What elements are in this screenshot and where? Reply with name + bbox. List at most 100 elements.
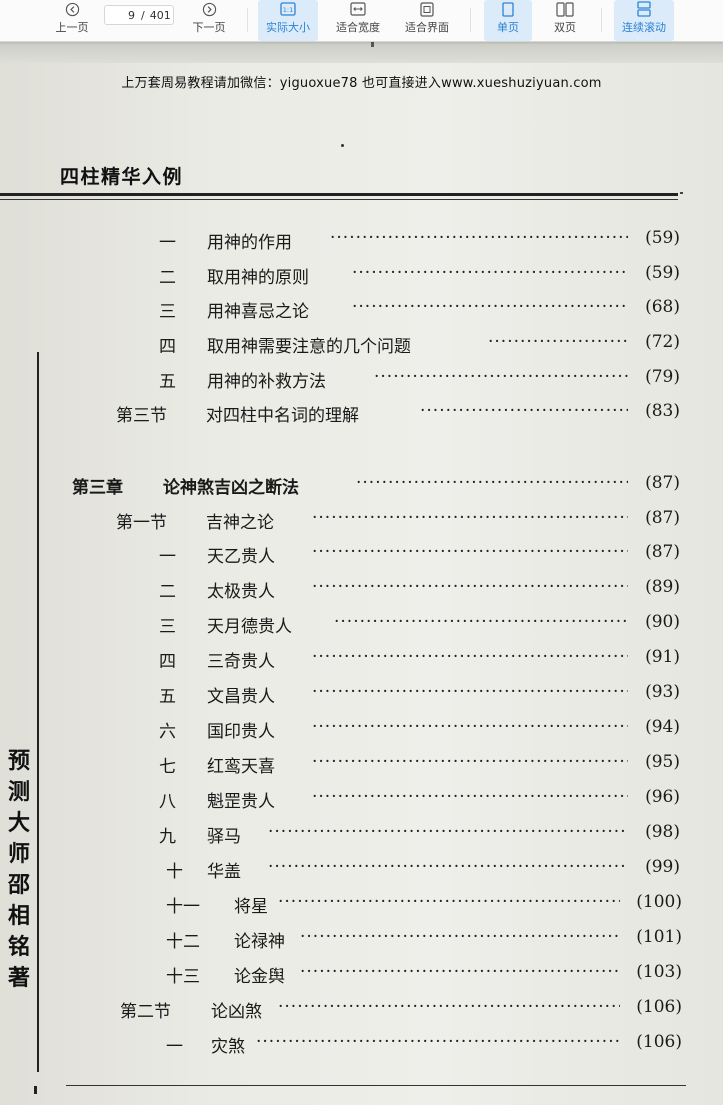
toc-page: (94) xyxy=(645,717,680,737)
toc-title: 用神的作用 xyxy=(207,233,292,253)
toc-leader xyxy=(268,822,628,842)
continuous-scroll-icon xyxy=(637,1,651,17)
toc-number: 十 xyxy=(166,862,183,882)
toc-leader xyxy=(268,857,628,877)
toc-row: 五 文昌贵人 (93) xyxy=(0,682,723,712)
toc-number: 八 xyxy=(159,792,176,812)
toc-title: 论神煞吉凶之断法 xyxy=(163,478,299,498)
toc-title: 用神的补救方法 xyxy=(207,372,326,392)
toc-title: 国印贵人 xyxy=(207,722,275,742)
toc-number: 三 xyxy=(159,302,176,322)
toc-leader xyxy=(278,892,620,912)
toc-page: (96) xyxy=(645,787,680,807)
continuous-scroll-label: 连续滚动 xyxy=(622,21,666,34)
toc-page: (79) xyxy=(645,367,680,387)
toc-leader xyxy=(312,752,628,772)
toc-title: 华盖 xyxy=(207,862,241,882)
toc-leader xyxy=(278,997,620,1017)
toc-number: 九 xyxy=(159,827,176,847)
toc-number: 十三 xyxy=(166,967,200,987)
toc-title: 魁罡贵人 xyxy=(207,792,275,812)
toc-row: 一 用神的作用 (59) xyxy=(0,228,723,258)
prev-page-button[interactable]: 上一页 xyxy=(50,0,94,41)
toc-row: 七 红鸾天喜 (95) xyxy=(0,752,723,782)
toc-number: 七 xyxy=(159,757,176,777)
toc-leader xyxy=(330,228,628,248)
toc-page: (95) xyxy=(645,752,680,772)
toc-number: 一 xyxy=(166,1037,183,1057)
prev-page-label: 上一页 xyxy=(55,21,89,34)
svg-text:1:1: 1:1 xyxy=(283,6,293,14)
toc-row: 四 取用神需要注意的几个问题 (72) xyxy=(0,332,723,362)
toc-number: 六 xyxy=(159,722,176,742)
fit-width-icon xyxy=(350,1,366,17)
page-number-input[interactable]: 9 xyxy=(105,9,135,22)
toc-row: 十一 将星 (100) xyxy=(0,892,723,922)
single-page-icon xyxy=(502,1,514,17)
fit-page-button[interactable]: 适合界面 xyxy=(398,0,456,41)
toc-row: 三 用神喜忌之论 (68) xyxy=(0,297,723,327)
fit-page-label: 适合界面 xyxy=(405,21,449,34)
toc-row: 四 三奇贵人 (91) xyxy=(0,647,723,677)
page-gap-band xyxy=(0,42,723,63)
footer-rule xyxy=(66,1085,686,1086)
toc-leader xyxy=(312,508,628,528)
toc-title: 灾煞 xyxy=(211,1037,245,1057)
toc-number: 第三节 xyxy=(116,406,167,426)
toc-leader xyxy=(300,962,620,982)
page-number-box: 9 / 401 xyxy=(104,5,174,25)
toc-page: (99) xyxy=(645,857,680,877)
toc-number: 二 xyxy=(159,268,176,288)
page-total: 401 xyxy=(149,8,171,22)
toc-leader xyxy=(352,263,628,283)
toc-number: 第三章 xyxy=(72,478,123,498)
toc-row: 六 国印贵人 (94) xyxy=(0,717,723,747)
page-separator: / xyxy=(141,8,145,22)
toc-leader xyxy=(312,717,628,737)
toc-number: 一 xyxy=(159,233,176,253)
toc-leader xyxy=(312,647,628,667)
toc-leader xyxy=(256,1032,620,1052)
toc-leader xyxy=(300,927,620,947)
toc-title: 三奇贵人 xyxy=(207,652,275,672)
toc-page: (68) xyxy=(645,297,680,317)
toc-row: 第三章 论神煞吉凶之断法 (87) xyxy=(0,473,723,503)
page-mark xyxy=(371,42,374,47)
double-page-label: 双页 xyxy=(554,21,576,34)
single-page-button[interactable]: 单页 xyxy=(484,0,532,41)
toc-page: (106) xyxy=(636,997,682,1017)
actual-size-button[interactable]: 1:1 实际大小 xyxy=(258,0,318,41)
toc-page: (59) xyxy=(645,263,680,283)
toc-row: 十二 论禄神 (101) xyxy=(0,927,723,957)
toc-leader xyxy=(374,367,628,387)
toc-row: 一 灾煞 (106) xyxy=(0,1032,723,1062)
toc-title: 驿马 xyxy=(207,827,241,847)
toc-row: 八 魁罡贵人 (96) xyxy=(0,787,723,817)
toc-number: 五 xyxy=(159,372,176,392)
toc-page: (98) xyxy=(645,822,680,842)
continuous-scroll-button[interactable]: 连续滚动 xyxy=(614,0,674,41)
toc-page: (106) xyxy=(636,1032,682,1052)
next-page-button[interactable]: 下一页 xyxy=(186,0,232,41)
fit-width-button[interactable]: 适合宽度 xyxy=(330,0,386,41)
actual-size-icon: 1:1 xyxy=(280,1,296,17)
fit-page-icon xyxy=(420,1,434,17)
toc-row: 二 太极贵人 (89) xyxy=(0,577,723,607)
toc-leader xyxy=(420,401,628,421)
toc-number: 十一 xyxy=(166,897,200,917)
toc-leader xyxy=(334,612,628,632)
fit-width-label: 适合宽度 xyxy=(336,21,380,34)
next-page-label: 下一页 xyxy=(192,21,226,34)
toc-leader xyxy=(352,297,628,317)
toc-number: 一 xyxy=(159,547,176,567)
toc-page: (100) xyxy=(636,892,682,912)
toc-title: 取用神的原则 xyxy=(207,268,309,288)
toc-leader xyxy=(488,332,628,352)
toc-page: (83) xyxy=(645,401,680,421)
toc-title: 文昌贵人 xyxy=(207,687,275,707)
toc-row: 十三 论金舆 (103) xyxy=(0,962,723,992)
toc-number: 四 xyxy=(159,652,176,672)
toc-page: (101) xyxy=(636,927,682,947)
toc-page: (103) xyxy=(636,962,682,982)
double-page-button[interactable]: 双页 xyxy=(542,0,588,41)
